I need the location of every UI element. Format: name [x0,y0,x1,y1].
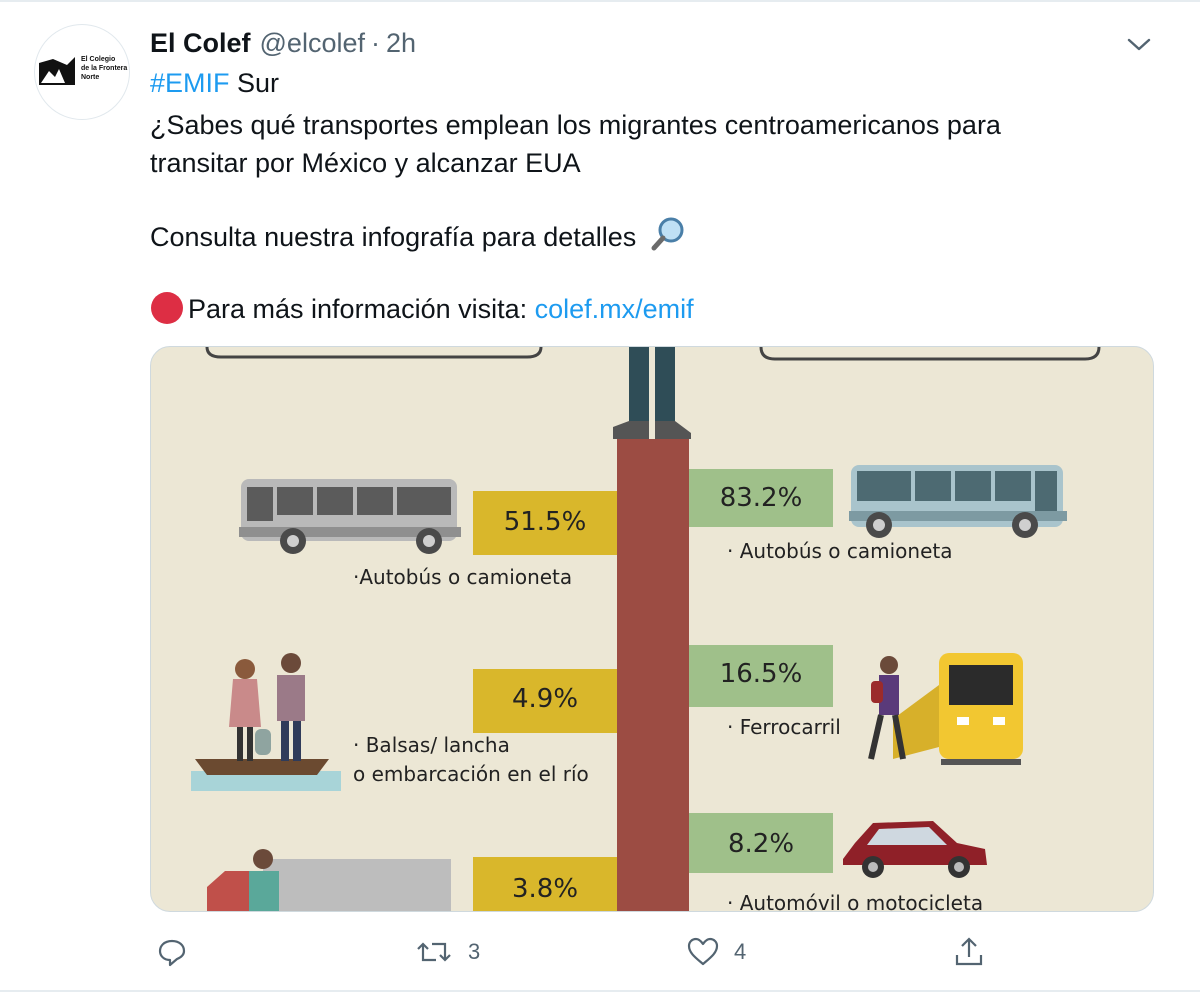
left-bus-illustration [239,479,461,554]
heart-icon [687,937,719,966]
author-name[interactable]: El Colef [150,28,251,59]
share-button[interactable] [952,932,986,972]
card-bottom-divider [0,990,1200,992]
retweet-count: 3 [468,939,481,964]
tweet-text-consulta: Consulta nuestra infografía para detalle… [150,222,637,252]
right-label-2: · Ferrocarril [727,715,841,739]
tweet-header: El Colef @elcolef · 2h [150,26,416,60]
red-circle-icon [151,292,183,324]
author-avatar[interactable]: El Colegio de la Frontera Norte [34,24,130,120]
avatar-logo-text: El Colegio de la Frontera Norte [81,56,128,81]
left-percent-2: 4.9% [511,684,579,714]
right-percent-2: 16.5% [719,659,803,689]
infographic-artwork [191,347,1101,911]
center-pillar [617,439,689,911]
header-separator: · [370,27,380,58]
left-label-2-line-1: · Balsas/ lancha [353,733,510,757]
car-illustration [843,821,987,878]
tweet-text-line-2: ¿Sabes qué transportes emplean los migra… [150,110,1001,140]
tweet-card[interactable]: El Colegio de la Frontera Norte El Colef… [0,0,1200,1000]
person-right-leg [655,347,675,425]
right-label-3: · Automóvil o motocicleta [727,891,984,912]
boat-migrants-illustration [191,653,341,791]
train-illustration [868,653,1023,765]
person-left-leg [629,347,649,425]
right-title-frame [759,347,1101,361]
left-title-frame [205,347,543,359]
left-label-1: ·Autobús o camioneta [353,565,573,589]
right-percent-3: 8.2% [727,829,795,859]
tweet-text-line-5: Para más información visita: colef.mx/em… [150,290,694,328]
like-button[interactable]: 4 [686,932,746,972]
reply-icon [158,939,186,967]
retweet-icon [417,942,451,962]
retweet-button[interactable]: 3 [414,932,480,972]
timestamp[interactable]: 2h [386,28,416,59]
right-label-1: · Autobús o camioneta [727,539,953,563]
tweet-text-line-1: #EMIF Sur [150,64,279,102]
infographic-image[interactable]: 51.5% 4.9% 3.8% 83.2% 16.5% 8.2% ·Autobú… [150,346,1154,912]
hashtag-link[interactable]: #EMIF [150,68,230,98]
tweet-text-line-3: transitar por México y alcanzar EUA [150,148,581,178]
tweet-options-button[interactable] [1122,30,1156,60]
author-handle[interactable]: @elcolef [260,28,365,59]
reply-button[interactable] [156,932,188,972]
right-bus-illustration [849,465,1067,538]
chevron-down-icon [1127,38,1151,51]
person-left-shoe [613,421,649,439]
like-count: 4 [734,939,747,964]
left-percent-1: 51.5% [503,507,587,537]
tweet-text-sur: Sur [229,68,280,98]
left-label-2-line-2: o embarcación en el río [353,762,589,786]
person-right-shoe [655,421,691,439]
magnifier-emoji-icon [651,217,684,251]
share-icon [955,937,983,966]
card-top-divider [0,0,1200,2]
left-percent-3: 3.8% [511,874,579,904]
colef-link[interactable]: colef.mx/emif [535,294,694,324]
truck-illustration [207,849,451,911]
tweet-text-line-4: Consulta nuestra infografía para detalle… [150,216,688,256]
right-percent-1: 83.2% [719,483,803,513]
tweet-text-para-mas: Para más información visita: [188,294,535,324]
